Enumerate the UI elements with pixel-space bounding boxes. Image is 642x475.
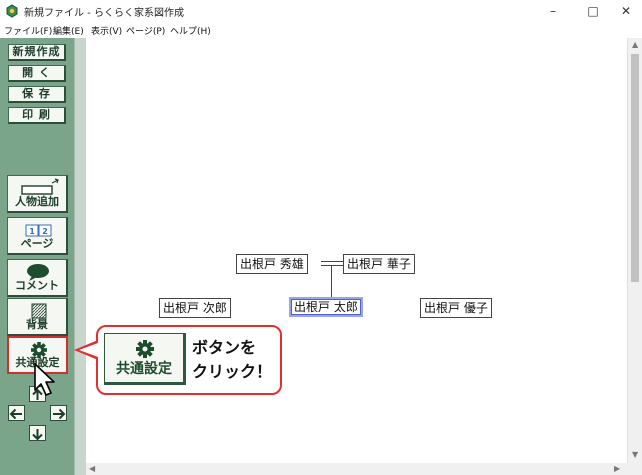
person-box-jiro[interactable]: 出根戸 次郎	[159, 298, 231, 318]
save-button[interactable]: 保 存	[8, 86, 66, 103]
scroll-down-button[interactable]	[29, 425, 46, 441]
vertical-scroll-thumb[interactable]	[631, 54, 639, 282]
person-box-hideo[interactable]: 出根戸 秀雄	[236, 254, 308, 274]
menu-bar: ファイル(F) 編集(E) 表示(V) ページ(P) ヘルプ(H)	[0, 22, 642, 38]
scroll-left-arrow-icon[interactable]: ◀	[89, 464, 95, 473]
scrollbar-corner	[627, 463, 642, 475]
marriage-line-top	[321, 261, 343, 262]
scroll-right-arrow-icon[interactable]: ▶	[614, 464, 620, 473]
scroll-up-arrow-icon[interactable]: ▲	[632, 40, 638, 49]
scroll-down-arrow-icon[interactable]: ▼	[632, 450, 638, 459]
child-line	[331, 266, 332, 298]
person-box-taro[interactable]: 出根戸 太郎	[289, 297, 363, 317]
panel-divider[interactable]	[74, 38, 86, 475]
menu-page[interactable]: ページ(P)	[126, 24, 165, 37]
background-button[interactable]: 背景	[7, 298, 68, 336]
page-label: ページ	[20, 237, 54, 250]
callout-pointer-fill	[79, 343, 98, 357]
add-person-label: 人物追加	[15, 195, 59, 208]
comment-button[interactable]: コメント	[7, 259, 68, 297]
callout-instruction-text: ボタンを クリック！	[192, 336, 272, 384]
window-title: 新規ファイル - らくらく家系図作成	[24, 8, 184, 19]
arrow-down-icon	[32, 429, 43, 441]
background-label: 背景	[26, 318, 48, 331]
tool-panel: 新規作成 開 く 保 存 印 刷 人物追加 1 2 ページ コメント 背景 共通…	[0, 38, 74, 475]
horizontal-scrollbar[interactable]: ◀ ▶	[86, 463, 627, 475]
callout-settings-button-image: 共通設定	[104, 333, 186, 385]
arrow-left-icon	[9, 408, 22, 420]
comment-label: コメント	[15, 279, 59, 292]
mouse-pointer-icon	[34, 363, 55, 396]
app-icon	[6, 4, 18, 18]
title-bar: 新規ファイル - らくらく家系図作成 – □ ✕	[0, 0, 642, 22]
callout-line-1: ボタンを	[192, 338, 257, 357]
arrow-right-icon	[53, 408, 66, 420]
print-button[interactable]: 印 刷	[8, 107, 66, 124]
menu-help[interactable]: ヘルプ(H)	[170, 24, 211, 37]
family-tree-canvas[interactable]: 出根戸 秀雄 出根戸 華子 出根戸 次郎 出根戸 太郎 出根戸 優子	[86, 38, 627, 463]
person-box-hanako[interactable]: 出根戸 華子	[343, 254, 415, 274]
close-button[interactable]: ✕	[603, 0, 642, 22]
person-box-yuko[interactable]: 出根戸 優子	[420, 298, 492, 318]
add-person-button[interactable]: 人物追加	[7, 175, 68, 213]
marriage-line-bottom	[321, 265, 343, 266]
menu-file[interactable]: ファイル(F)	[4, 24, 52, 37]
vertical-scrollbar[interactable]: ▲ ▼	[627, 38, 642, 463]
scroll-right-button[interactable]	[50, 405, 67, 421]
open-button[interactable]: 開 く	[8, 65, 66, 82]
callout-line-2: クリック！	[192, 362, 273, 381]
menu-view[interactable]: 表示(V)	[91, 24, 122, 37]
scroll-left-button[interactable]	[8, 405, 25, 421]
new-file-button[interactable]: 新規作成	[8, 44, 66, 61]
menu-edit[interactable]: 編集(E)	[53, 24, 84, 37]
callout-button-label: 共通設定	[116, 361, 172, 377]
page-button[interactable]: 1 2 ページ	[7, 217, 68, 255]
gear-icon	[136, 340, 154, 358]
